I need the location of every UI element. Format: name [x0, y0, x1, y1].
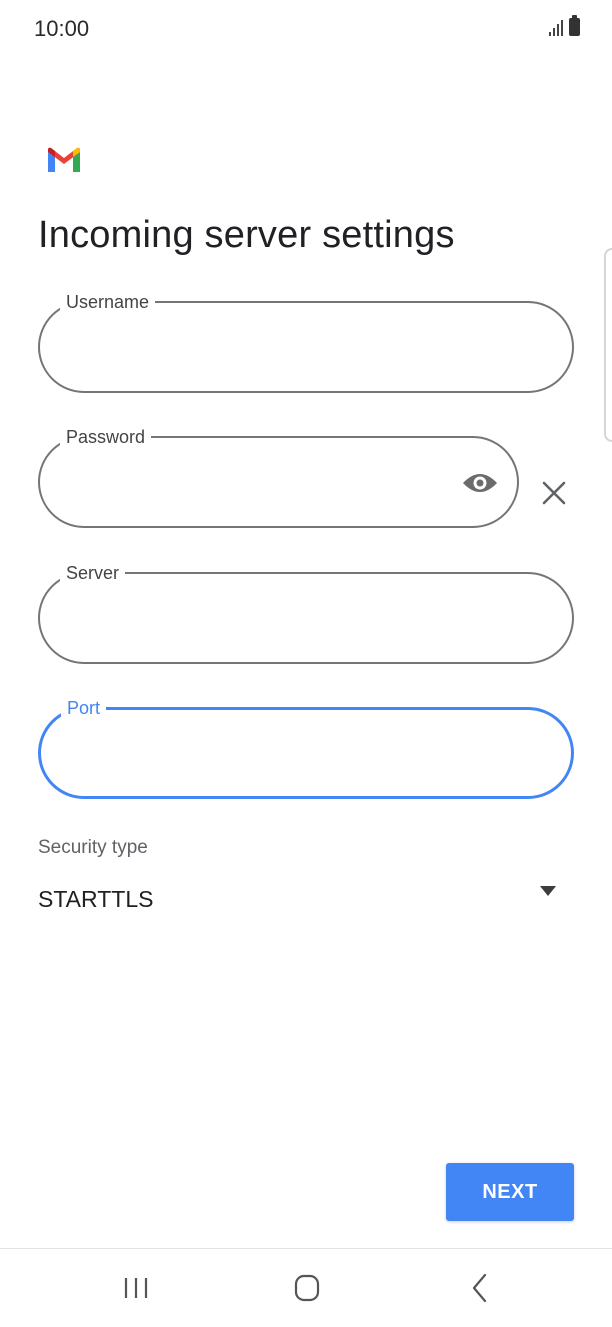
gmail-logo	[48, 147, 80, 172]
password-field[interactable]: Password	[38, 425, 519, 528]
next-button[interactable]: NEXT	[446, 1163, 574, 1221]
security-type-value: STARTTLS	[38, 886, 154, 912]
status-icons	[549, 15, 580, 36]
page-title: Incoming server settings	[38, 214, 455, 256]
server-field[interactable]: Server	[38, 561, 574, 664]
port-field[interactable]: Port	[38, 696, 574, 799]
dropdown-arrow-icon	[540, 886, 556, 896]
status-bar: 10:00	[0, 0, 612, 58]
security-type-label: Security type	[38, 837, 148, 858]
close-icon[interactable]	[541, 480, 567, 506]
security-type-dropdown[interactable]: STARTTLS	[38, 880, 574, 924]
username-input[interactable]	[64, 327, 548, 369]
username-label: Username	[60, 290, 156, 314]
password-input[interactable]	[64, 462, 447, 504]
recent-apps-icon[interactable]	[116, 1271, 156, 1305]
port-input[interactable]	[65, 734, 547, 776]
back-icon[interactable]	[460, 1271, 500, 1305]
port-label: Port	[61, 696, 107, 720]
visibility-icon[interactable]	[461, 469, 499, 497]
server-label: Server	[60, 561, 126, 585]
scroll-indicator	[604, 248, 612, 442]
username-field[interactable]: Username	[38, 290, 574, 393]
navigation-bar	[0, 1248, 612, 1327]
status-time: 10:00	[34, 16, 90, 41]
password-label: Password	[60, 425, 152, 449]
signal-icon	[549, 18, 563, 36]
home-icon[interactable]	[287, 1271, 327, 1305]
battery-icon	[569, 15, 580, 36]
server-input[interactable]	[64, 598, 548, 640]
